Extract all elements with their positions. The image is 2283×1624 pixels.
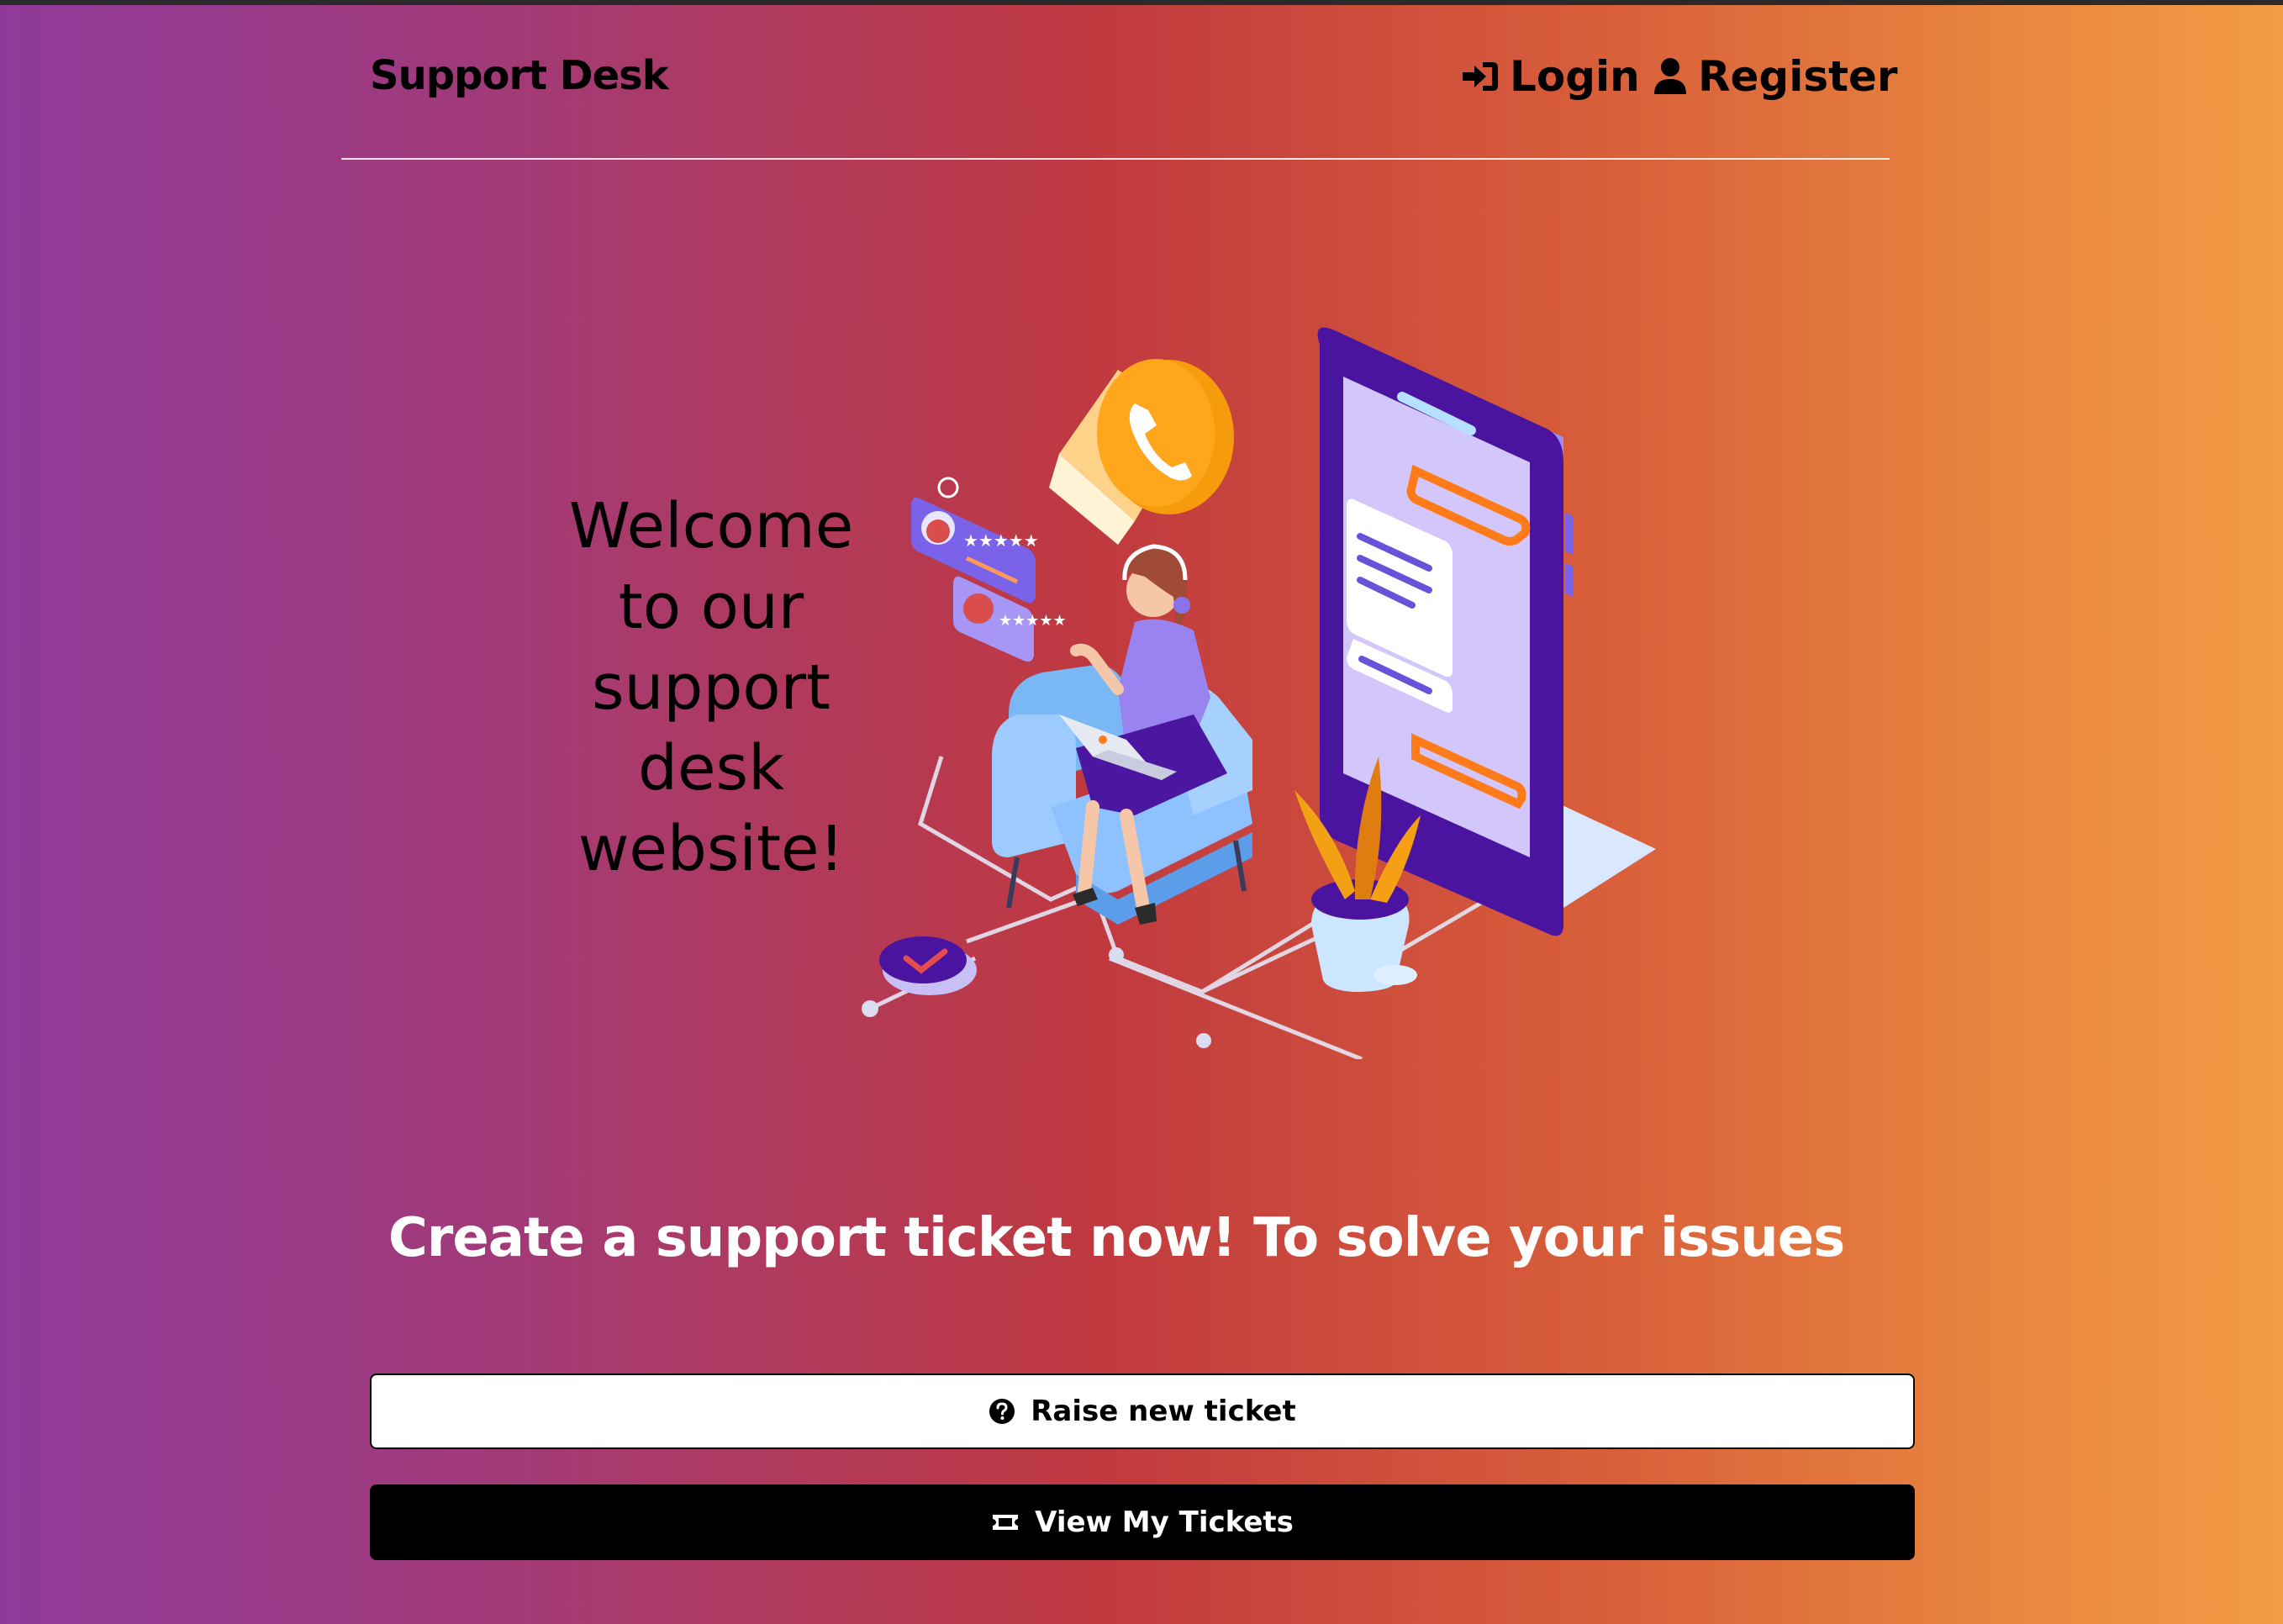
svg-text:★★★★★: ★★★★★	[999, 612, 1067, 630]
user-icon	[1654, 58, 1686, 94]
welcome-text: Welcome to our support desk website!	[535, 486, 888, 889]
cta-headline: Create a support ticket now! To solve yo…	[388, 1207, 1845, 1269]
nav-register-link[interactable]: Register	[1653, 52, 1898, 101]
brand-logo[interactable]: Support Desk	[370, 52, 669, 99]
welcome-line: support	[591, 651, 831, 724]
header-divider	[341, 158, 1890, 160]
window-top-border	[0, 0, 2283, 5]
raise-ticket-button[interactable]: Raise new ticket	[370, 1374, 1915, 1449]
view-tickets-button[interactable]: View My Tickets	[370, 1484, 1915, 1560]
sign-in-icon	[1463, 62, 1498, 91]
question-circle-icon	[989, 1399, 1015, 1424]
welcome-line: to our	[618, 571, 804, 643]
welcome-line: Welcome	[568, 490, 854, 562]
nav-login-label: Login	[1510, 52, 1640, 101]
welcome-line: desk	[638, 732, 784, 804]
svg-text:★★★★★: ★★★★★	[963, 530, 1039, 551]
customer-support-illustration: ★★★★★ ★★★★★	[862, 327, 1656, 1059]
raise-ticket-label: Raise new ticket	[1031, 1395, 1296, 1428]
welcome-line: website!	[577, 813, 845, 885]
ticket-icon	[993, 1515, 1019, 1530]
view-tickets-label: View My Tickets	[1035, 1505, 1294, 1539]
nav-login-link[interactable]: Login	[1461, 52, 1640, 101]
nav-register-label: Register	[1698, 52, 1898, 101]
